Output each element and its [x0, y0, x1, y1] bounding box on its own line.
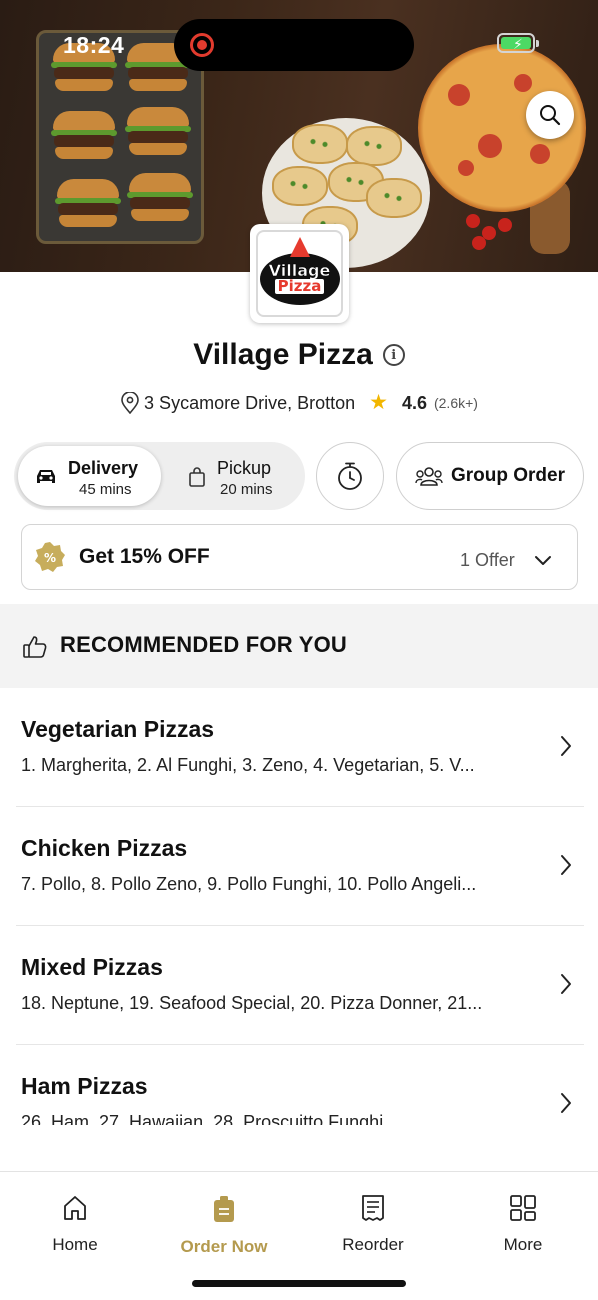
menu-category-item[interactable]: Vegetarian Pizzas 1. Margherita, 2. Al F… [0, 688, 598, 807]
offer-title: Get 15% OFF [79, 545, 210, 568]
search-button[interactable] [526, 91, 574, 139]
tab-label: More [503, 1235, 543, 1254]
chevron-right-icon [561, 736, 571, 756]
schedule-button[interactable] [316, 442, 384, 510]
shopping-bag-icon [189, 467, 205, 487]
tab-label: Home [52, 1235, 98, 1254]
rating-count: (2.6k+) [433, 395, 478, 411]
logo-word-pizza: Pizza [274, 279, 325, 294]
recording-icon [190, 33, 214, 57]
offer-count: 1 Offer [460, 550, 515, 570]
category-items: 18. Neptune, 19. Seafood Special, 20. Pi… [21, 993, 483, 1013]
group-order-button[interactable]: Group Order [396, 442, 584, 510]
star-icon: ★ [369, 391, 388, 414]
address-rating-row: 3 Sycamore Drive, Brotton ★ 4.6 (2.6k+) [0, 392, 598, 414]
group-order-label: Group Order [450, 465, 565, 486]
home-indicator [192, 1280, 406, 1287]
status-time: 18:24 [63, 32, 125, 58]
order-now-icon [214, 1196, 234, 1222]
menu-category-item[interactable]: Mixed Pizzas 18. Neptune, 19. Seafood Sp… [0, 926, 598, 1045]
menu-category-list: Vegetarian Pizzas 1. Margherita, 2. Al F… [0, 688, 598, 1125]
restaurant-logo: Village Pizza [250, 224, 349, 323]
battery-icon: ⚡ [497, 33, 539, 53]
tab-label: Reorder [342, 1235, 404, 1254]
info-icon[interactable]: i [382, 344, 405, 366]
pickup-label: Pickup [217, 458, 272, 478]
recommended-title: RECOMMENDED FOR YOU [60, 632, 347, 657]
category-items: 7. Pollo, 8. Pollo Zeno, 9. Pollo Funghi… [21, 874, 477, 894]
grid-icon [510, 1195, 536, 1221]
thumbs-up-icon [23, 636, 47, 658]
menu-category-item[interactable]: Ham Pizzas 26. Ham, 27. Hawaiian, 28. Pr… [0, 1045, 598, 1125]
restaurant-header: Village Pizza i [0, 338, 598, 372]
chevron-down-icon [535, 556, 551, 565]
chevron-right-icon [561, 974, 571, 994]
stopwatch-icon [338, 462, 362, 490]
restaurant-address: 3 Sycamore Drive, Brotton [144, 392, 356, 413]
svg-text:%: % [44, 551, 56, 565]
location-pin-icon [121, 392, 139, 414]
pickup-option[interactable]: Pickup 20 mins [164, 446, 301, 506]
delivery-label: Delivery [68, 458, 139, 478]
receipt-icon [362, 1195, 384, 1221]
rating-value: 4.6 [401, 392, 427, 413]
menu-category-item[interactable]: Chicken Pizzas 7. Pollo, 8. Pollo Zeno, … [0, 807, 598, 926]
car-icon [37, 470, 55, 483]
discount-badge-icon: % [35, 542, 65, 572]
restaurant-name: Village Pizza [193, 338, 373, 371]
category-items: 26. Ham, 27. Hawaiian, 28. Proscuitto Fu… [21, 1112, 384, 1125]
category-title: Chicken Pizzas [21, 835, 188, 861]
tab-more[interactable]: More [463, 1194, 583, 1255]
tab-label: Order Now [180, 1237, 268, 1256]
burger-tray-image [36, 30, 204, 244]
category-title: Vegetarian Pizzas [21, 716, 215, 742]
home-icon [64, 1196, 86, 1220]
tab-order-now[interactable]: Order Now [164, 1194, 284, 1257]
group-icon [415, 467, 443, 486]
delivery-time: 45 mins [79, 481, 132, 498]
delivery-option[interactable]: Delivery 45 mins [18, 446, 161, 506]
offer-banner[interactable]: % Get 15% OFF 1 Offer [21, 524, 578, 590]
recommended-section-header: RECOMMENDED FOR YOU [0, 604, 598, 688]
chevron-right-icon [561, 1093, 571, 1113]
category-title: Mixed Pizzas [21, 954, 163, 980]
category-title: Ham Pizzas [21, 1073, 148, 1099]
category-items: 1. Margherita, 2. Al Funghi, 3. Zeno, 4.… [21, 755, 475, 775]
search-icon [540, 105, 561, 126]
tab-home[interactable]: Home [15, 1194, 135, 1255]
dynamic-island [174, 19, 414, 71]
pickup-time: 20 mins [220, 481, 273, 498]
order-mode-toggle: Delivery 45 mins Pickup 20 mins [14, 442, 305, 510]
tab-reorder[interactable]: Reorder [313, 1194, 433, 1255]
chevron-right-icon [561, 855, 571, 875]
